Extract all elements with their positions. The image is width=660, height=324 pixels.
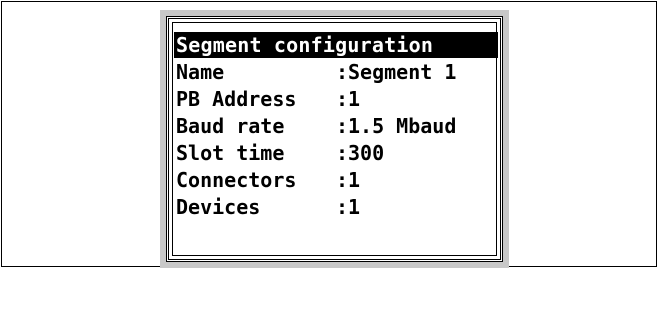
row-value: 1 [348, 168, 361, 192]
lcd-screen: Segment configuration Name : Segment 1 P… [166, 16, 503, 262]
row-name: Name : Segment 1 [176, 59, 456, 85]
row-slot-time: Slot time : 300 [176, 140, 384, 166]
row-label: Baud rate [176, 114, 285, 138]
row-baud-rate: Baud rate : 1.5 Mbaud [176, 113, 456, 139]
row-value: 1 [348, 87, 361, 111]
row-separator: : [336, 87, 349, 111]
row-separator: : [336, 141, 349, 165]
row-label: Devices [176, 195, 261, 219]
row-label: Slot time [176, 141, 285, 165]
row-value: 1 [348, 195, 361, 219]
row-value: Segment 1 [348, 60, 457, 84]
row-connectors: Connectors : 1 [176, 167, 360, 193]
row-label: Connectors [176, 168, 297, 192]
row-label: PB Address [176, 87, 297, 111]
row-separator: : [336, 114, 349, 138]
row-separator: : [336, 60, 349, 84]
display-bezel: Segment configuration Name : Segment 1 P… [160, 10, 509, 268]
row-devices: Devices : 1 [176, 194, 360, 220]
row-separator: : [336, 195, 349, 219]
panel-title: Segment configuration [176, 33, 434, 57]
row-pb-address: PB Address : 1 [176, 86, 360, 112]
title-bar: Segment configuration [174, 32, 498, 58]
row-value: 1.5 Mbaud [348, 114, 457, 138]
row-value: 300 [348, 141, 385, 165]
row-label: Name [176, 60, 225, 84]
row-separator: : [336, 168, 349, 192]
